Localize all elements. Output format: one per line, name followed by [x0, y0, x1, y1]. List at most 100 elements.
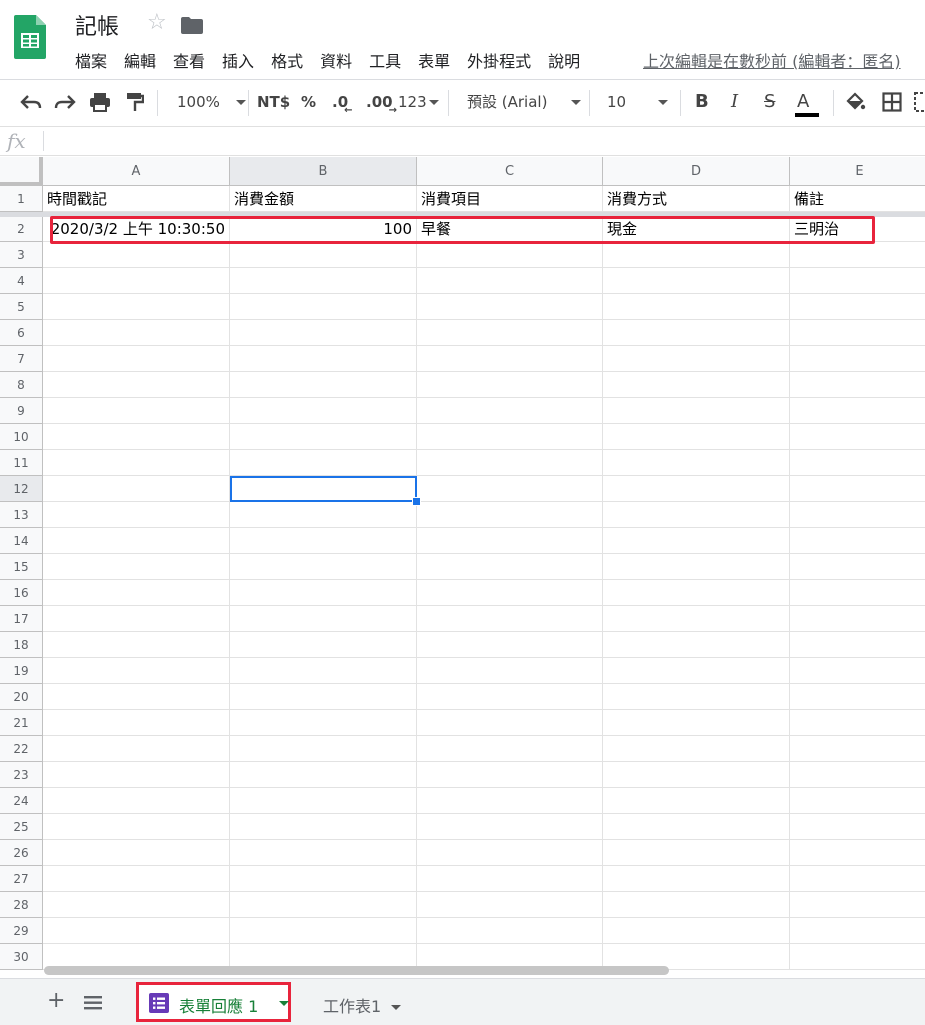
cell-e12[interactable]	[790, 476, 925, 502]
cell-b9[interactable]	[230, 398, 417, 424]
row-header-11[interactable]: 11	[0, 450, 43, 476]
cell-b1[interactable]: 消費金額	[230, 186, 417, 212]
row-header-25[interactable]: 25	[0, 814, 43, 840]
cell-d1[interactable]: 消費方式	[603, 186, 790, 212]
cell-a6[interactable]	[43, 320, 230, 346]
cell-e29[interactable]	[790, 918, 925, 944]
cell-b15[interactable]	[230, 554, 417, 580]
cell-d5[interactable]	[603, 294, 790, 320]
cell-e19[interactable]	[790, 658, 925, 684]
cell-d13[interactable]	[603, 502, 790, 528]
cell-c15[interactable]	[417, 554, 603, 580]
cell-d14[interactable]	[603, 528, 790, 554]
cell-b6[interactable]	[230, 320, 417, 346]
cell-b21[interactable]	[230, 710, 417, 736]
cell-e8[interactable]	[790, 372, 925, 398]
cell-e22[interactable]	[790, 736, 925, 762]
cell-a27[interactable]	[43, 866, 230, 892]
cell-b3[interactable]	[230, 242, 417, 268]
cell-c18[interactable]	[417, 632, 603, 658]
cell-a10[interactable]	[43, 424, 230, 450]
merge-cells-icon[interactable]	[914, 92, 925, 112]
star-icon[interactable]: ☆	[147, 10, 167, 35]
cell-b18[interactable]	[230, 632, 417, 658]
cell-e21[interactable]	[790, 710, 925, 736]
cell-e18[interactable]	[790, 632, 925, 658]
cell-d23[interactable]	[603, 762, 790, 788]
cell-c19[interactable]	[417, 658, 603, 684]
cell-a15[interactable]	[43, 554, 230, 580]
cell-b20[interactable]	[230, 684, 417, 710]
cell-e10[interactable]	[790, 424, 925, 450]
cell-a12[interactable]	[43, 476, 230, 502]
cell-b26[interactable]	[230, 840, 417, 866]
sheet-tab-form-responses[interactable]: 表單回應 1	[136, 982, 291, 1022]
cell-d29[interactable]	[603, 918, 790, 944]
cell-e23[interactable]	[790, 762, 925, 788]
cell-e9[interactable]	[790, 398, 925, 424]
row-header-26[interactable]: 26	[0, 840, 43, 866]
cell-a3[interactable]	[43, 242, 230, 268]
cell-c11[interactable]	[417, 450, 603, 476]
row-header-28[interactable]: 28	[0, 892, 43, 918]
row-header-8[interactable]: 8	[0, 372, 43, 398]
cell-d16[interactable]	[603, 580, 790, 606]
cell-e13[interactable]	[790, 502, 925, 528]
horizontal-scrollbar[interactable]	[44, 966, 669, 975]
cell-d3[interactable]	[603, 242, 790, 268]
cell-c16[interactable]	[417, 580, 603, 606]
cell-c6[interactable]	[417, 320, 603, 346]
cell-b22[interactable]	[230, 736, 417, 762]
row-header-30[interactable]: 30	[0, 944, 43, 970]
cell-d12[interactable]	[603, 476, 790, 502]
cell-b5[interactable]	[230, 294, 417, 320]
cell-c29[interactable]	[417, 918, 603, 944]
cell-d11[interactable]	[603, 450, 790, 476]
cell-e5[interactable]	[790, 294, 925, 320]
cell-b24[interactable]	[230, 788, 417, 814]
cell-d27[interactable]	[603, 866, 790, 892]
cell-a20[interactable]	[43, 684, 230, 710]
cell-e27[interactable]	[790, 866, 925, 892]
cell-d4[interactable]	[603, 268, 790, 294]
cell-d22[interactable]	[603, 736, 790, 762]
cell-a22[interactable]	[43, 736, 230, 762]
cell-c10[interactable]	[417, 424, 603, 450]
row-header-12[interactable]: 12	[0, 476, 43, 502]
cell-c12[interactable]	[417, 476, 603, 502]
cell-d21[interactable]	[603, 710, 790, 736]
cell-e28[interactable]	[790, 892, 925, 918]
menu-help[interactable]: 說明	[548, 48, 580, 72]
cell-c1[interactable]: 消費項目	[417, 186, 603, 212]
menu-addons[interactable]: 外掛程式	[467, 48, 531, 72]
cell-a25[interactable]	[43, 814, 230, 840]
text-color-button[interactable]: A	[795, 92, 819, 117]
cell-a28[interactable]	[43, 892, 230, 918]
row-header-4[interactable]: 4	[0, 268, 43, 294]
row-header-10[interactable]: 10	[0, 424, 43, 450]
row-header-15[interactable]: 15	[0, 554, 43, 580]
sheet-tab-sheet1[interactable]: 工作表1	[323, 993, 402, 1017]
cell-a7[interactable]	[43, 346, 230, 372]
cell-b29[interactable]	[230, 918, 417, 944]
menu-data[interactable]: 資料	[320, 48, 352, 72]
redo-icon[interactable]	[54, 93, 76, 111]
sheets-logo-icon[interactable]	[14, 15, 46, 59]
column-header-c[interactable]: C	[417, 157, 603, 186]
select-all-corner[interactable]	[0, 157, 43, 186]
undo-icon[interactable]	[20, 93, 42, 111]
cell-c9[interactable]	[417, 398, 603, 424]
cell-d8[interactable]	[603, 372, 790, 398]
cell-a18[interactable]	[43, 632, 230, 658]
cell-b13[interactable]	[230, 502, 417, 528]
cell-d19[interactable]	[603, 658, 790, 684]
menu-insert[interactable]: 插入	[222, 48, 254, 72]
cell-c3[interactable]	[417, 242, 603, 268]
cell-a8[interactable]	[43, 372, 230, 398]
row-header-19[interactable]: 19	[0, 658, 43, 684]
cell-e14[interactable]	[790, 528, 925, 554]
cell-a24[interactable]	[43, 788, 230, 814]
cell-c7[interactable]	[417, 346, 603, 372]
cell-c28[interactable]	[417, 892, 603, 918]
row-header-3[interactable]: 3	[0, 242, 43, 268]
